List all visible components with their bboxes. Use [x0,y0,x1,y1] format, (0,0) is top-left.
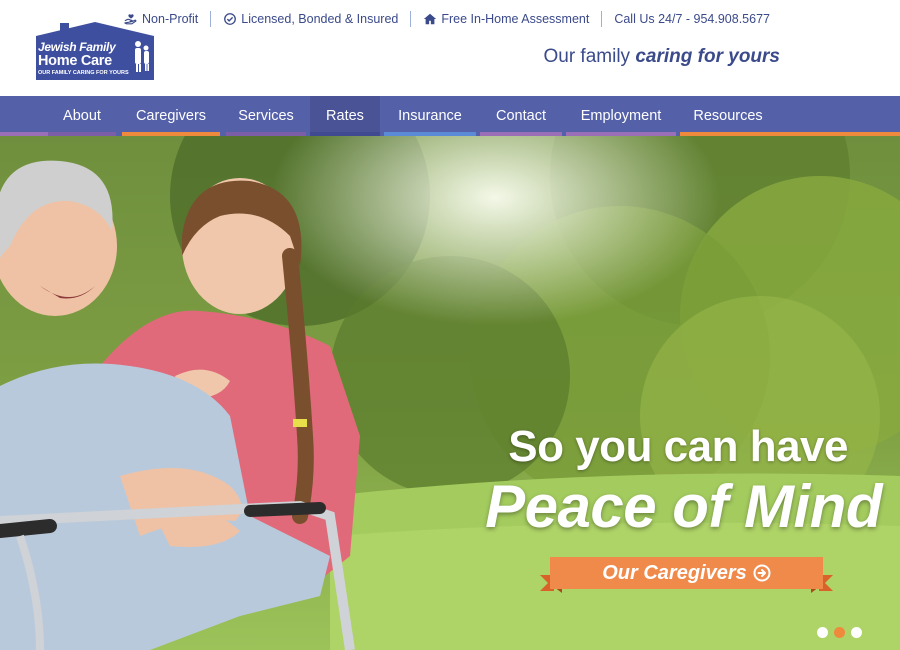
logo-line1: Jewish Family [38,40,116,54]
arrow-circle-right-icon [753,564,771,582]
check-circle-icon [224,13,237,25]
topbar-item-phone[interactable]: Call Us 24/7 - 954.908.5677 [602,12,782,26]
nav-item-about[interactable]: About [48,96,116,136]
nav-label: Employment [580,108,662,124]
nav-item-contact[interactable]: Contact [480,96,562,136]
hero-slider: So you can have Peace of Mind Our Caregi… [0,136,900,650]
cta-label: Our Caregivers [602,561,747,584]
tagline-emphasis: caring for yours [635,46,780,67]
hand-heart-icon [124,14,137,25]
topbar-item-licensed: Licensed, Bonded & Insured [211,12,410,26]
topbar-label: Non-Profit [142,12,199,26]
hero-title-line2: Peace of Mind [485,473,882,540]
home-icon [424,13,437,25]
nav-item-services[interactable]: Services [226,96,306,136]
nav-label: Rates [326,108,364,124]
logo-tagline: OUR FAMILY CARING FOR YOURS [38,70,129,76]
nav-label: Services [238,108,294,124]
nav-item-employment[interactable]: Employment [566,96,676,136]
logo[interactable]: Jewish Family Home Care OUR FAMILY CARIN… [36,22,154,80]
slide-dot-3[interactable] [851,627,862,638]
hero-title-line1: So you can have [508,422,848,471]
slider-dots [817,627,862,638]
nav-label: Resources [693,108,763,124]
cta-label-wrap: Our Caregivers [540,557,833,589]
nav-item-resources[interactable]: Resources [680,96,776,136]
topbar-label: Licensed, Bonded & Insured [241,12,399,26]
nav-label: Caregivers [135,108,207,124]
tagline-prefix: Our family [543,46,636,67]
topbar-item-nonprofit: Non-Profit [112,12,210,26]
nav-item-caregivers[interactable]: Caregivers [122,96,220,136]
top-info-bar: Non-Profit Licensed, Bonded & Insured Fr… [112,10,782,28]
nav-item-insurance[interactable]: Insurance [384,96,476,136]
nav-item-rates[interactable]: Rates [310,96,380,136]
phone-link[interactable]: Call Us 24/7 - 954.908.5677 [614,12,770,26]
topbar-item-assessment[interactable]: Free In-Home Assessment [411,12,601,26]
nav-label: Contact [496,108,546,124]
our-caregivers-button[interactable]: Our Caregivers [540,557,833,597]
nav-label: About [63,108,101,124]
main-nav: About Caregivers Services Rates Insuranc… [0,96,900,136]
topbar-label: Free In-Home Assessment [441,12,590,26]
slide-dot-2-active[interactable] [834,627,845,638]
slide-dot-1[interactable] [817,627,828,638]
nav-label: Insurance [398,108,462,124]
header-tagline: Our family caring for yours [543,46,780,68]
logo-line2: Home Care [38,53,112,69]
site-header: Jewish Family Home Care OUR FAMILY CARIN… [0,0,900,96]
